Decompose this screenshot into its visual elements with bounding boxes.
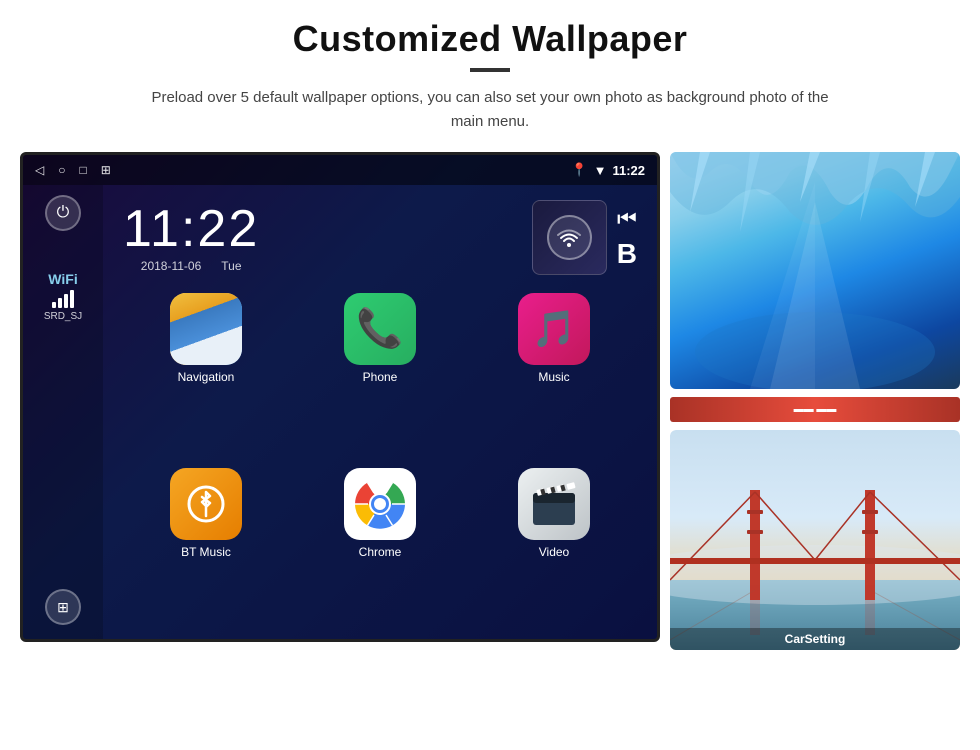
app-video[interactable]: Video — [471, 468, 637, 635]
power-button[interactable]: ⏻ — [45, 195, 81, 231]
android-center: 11:22 2018-11-06 Tue — [103, 185, 657, 642]
wifi-bar-1 — [52, 302, 56, 308]
status-nav-icons: ◁ ○ □ ⊞ — [35, 163, 111, 177]
status-right: 📍 ▼ 11:22 — [571, 162, 645, 178]
clock-display: 11:22 2018-11-06 Tue — [123, 203, 259, 273]
chrome-svg — [354, 478, 406, 530]
bt-music-icon — [170, 468, 242, 540]
app-grid: 280 Navigation 📞 Phone — [113, 285, 647, 642]
wallpaper-ice-cave[interactable] — [670, 152, 960, 389]
car-strip: ▬▬ ▬▬ — [670, 397, 960, 422]
music-emoji: 🎵 — [532, 308, 577, 350]
wifi-bar-3 — [64, 294, 68, 308]
wifi-circle-icon — [547, 215, 592, 260]
home-icon[interactable]: ○ — [58, 163, 65, 177]
wifi-status-icon: ▼ — [594, 163, 607, 178]
wifi-media-box — [532, 200, 607, 275]
android-screen: ◁ ○ □ ⊞ 📍 ▼ 11:22 ⏻ — [20, 152, 660, 642]
clock-time: 11:22 — [123, 203, 259, 255]
grid-button[interactable]: ⊞ — [45, 589, 81, 625]
content-area: ◁ ○ □ ⊞ 📍 ▼ 11:22 ⏻ — [20, 152, 960, 650]
clock-day-value: Tue — [221, 259, 241, 273]
wifi-bars — [52, 290, 74, 308]
app-chrome[interactable]: Chrome — [297, 468, 463, 635]
location-icon: 📍 — [571, 162, 587, 178]
app-bt-music[interactable]: BT Music — [123, 468, 289, 635]
app-phone[interactable]: 📞 Phone — [297, 293, 463, 460]
golden-gate-svg — [670, 430, 960, 650]
video-icon — [518, 468, 590, 540]
phone-label: Phone — [363, 370, 398, 384]
wallpaper-golden-gate[interactable]: CarSetting — [670, 430, 960, 650]
navigation-icon: 280 — [170, 293, 242, 365]
music-label: Music — [538, 370, 569, 384]
navigation-label: Navigation — [178, 370, 235, 384]
title-divider — [470, 68, 510, 72]
car-strip-label: ▬▬ ▬▬ — [794, 404, 837, 415]
android-main: ⏻ WiFi SRD_SJ ⊞ — [23, 185, 657, 642]
recents-icon[interactable]: □ — [79, 163, 86, 177]
clock-date-value: 2018-11-06 — [141, 259, 202, 273]
android-sidebar: ⏻ WiFi SRD_SJ ⊞ — [23, 185, 103, 642]
ice-cave-bg — [670, 152, 960, 389]
page-description: Preload over 5 default wallpaper options… — [140, 86, 840, 134]
bt-music-svg — [186, 484, 226, 524]
status-bar: ◁ ○ □ ⊞ 📍 ▼ 11:22 — [23, 155, 657, 185]
screenshot-icon[interactable]: ⊞ — [101, 163, 111, 177]
app-music[interactable]: 🎵 Music — [471, 293, 637, 460]
wifi-symbol-svg — [554, 223, 584, 253]
grid-icon: ⊞ — [57, 599, 69, 616]
wifi-bar-4 — [70, 290, 74, 308]
wallpaper-column: ▬▬ ▬▬ — [670, 152, 960, 650]
phone-icon: 📞 — [344, 293, 416, 365]
navigation-svg: 280 — [170, 293, 242, 365]
page-title: Customized Wallpaper — [293, 18, 688, 60]
svg-text:280: 280 — [179, 305, 193, 314]
page-container: Customized Wallpaper Preload over 5 defa… — [0, 0, 980, 750]
video-svg — [529, 479, 579, 529]
phone-emoji: 📞 — [356, 307, 403, 351]
wifi-label: WiFi — [48, 271, 77, 287]
golden-gate-bg: CarSetting — [670, 430, 960, 650]
power-icon: ⏻ — [57, 204, 70, 222]
wifi-ssid: SRD_SJ — [44, 311, 82, 322]
app-navigation[interactable]: 280 Navigation — [123, 293, 289, 460]
media-controls: ⏮ B — [617, 206, 637, 270]
carsetting-label: CarSetting — [670, 628, 960, 650]
ice-overlays — [670, 152, 960, 389]
status-time: 11:22 — [612, 163, 645, 178]
chrome-icon — [344, 468, 416, 540]
back-icon[interactable]: ◁ — [35, 163, 44, 177]
chrome-label: Chrome — [359, 545, 402, 559]
media-widget: ⏮ B — [532, 200, 637, 275]
bt-music-label: BT Music — [181, 545, 231, 559]
music-icon: 🎵 — [518, 293, 590, 365]
bluetooth-letter: B — [617, 238, 637, 270]
wifi-bar-2 — [58, 298, 62, 308]
video-label: Video — [539, 545, 569, 559]
prev-track-icon[interactable]: ⏮ — [617, 206, 637, 232]
ice-cave-svg — [670, 152, 960, 389]
clock-date: 2018-11-06 Tue — [141, 259, 242, 273]
clock-area: 11:22 2018-11-06 Tue — [113, 185, 647, 285]
wifi-widget: WiFi SRD_SJ — [44, 271, 82, 322]
